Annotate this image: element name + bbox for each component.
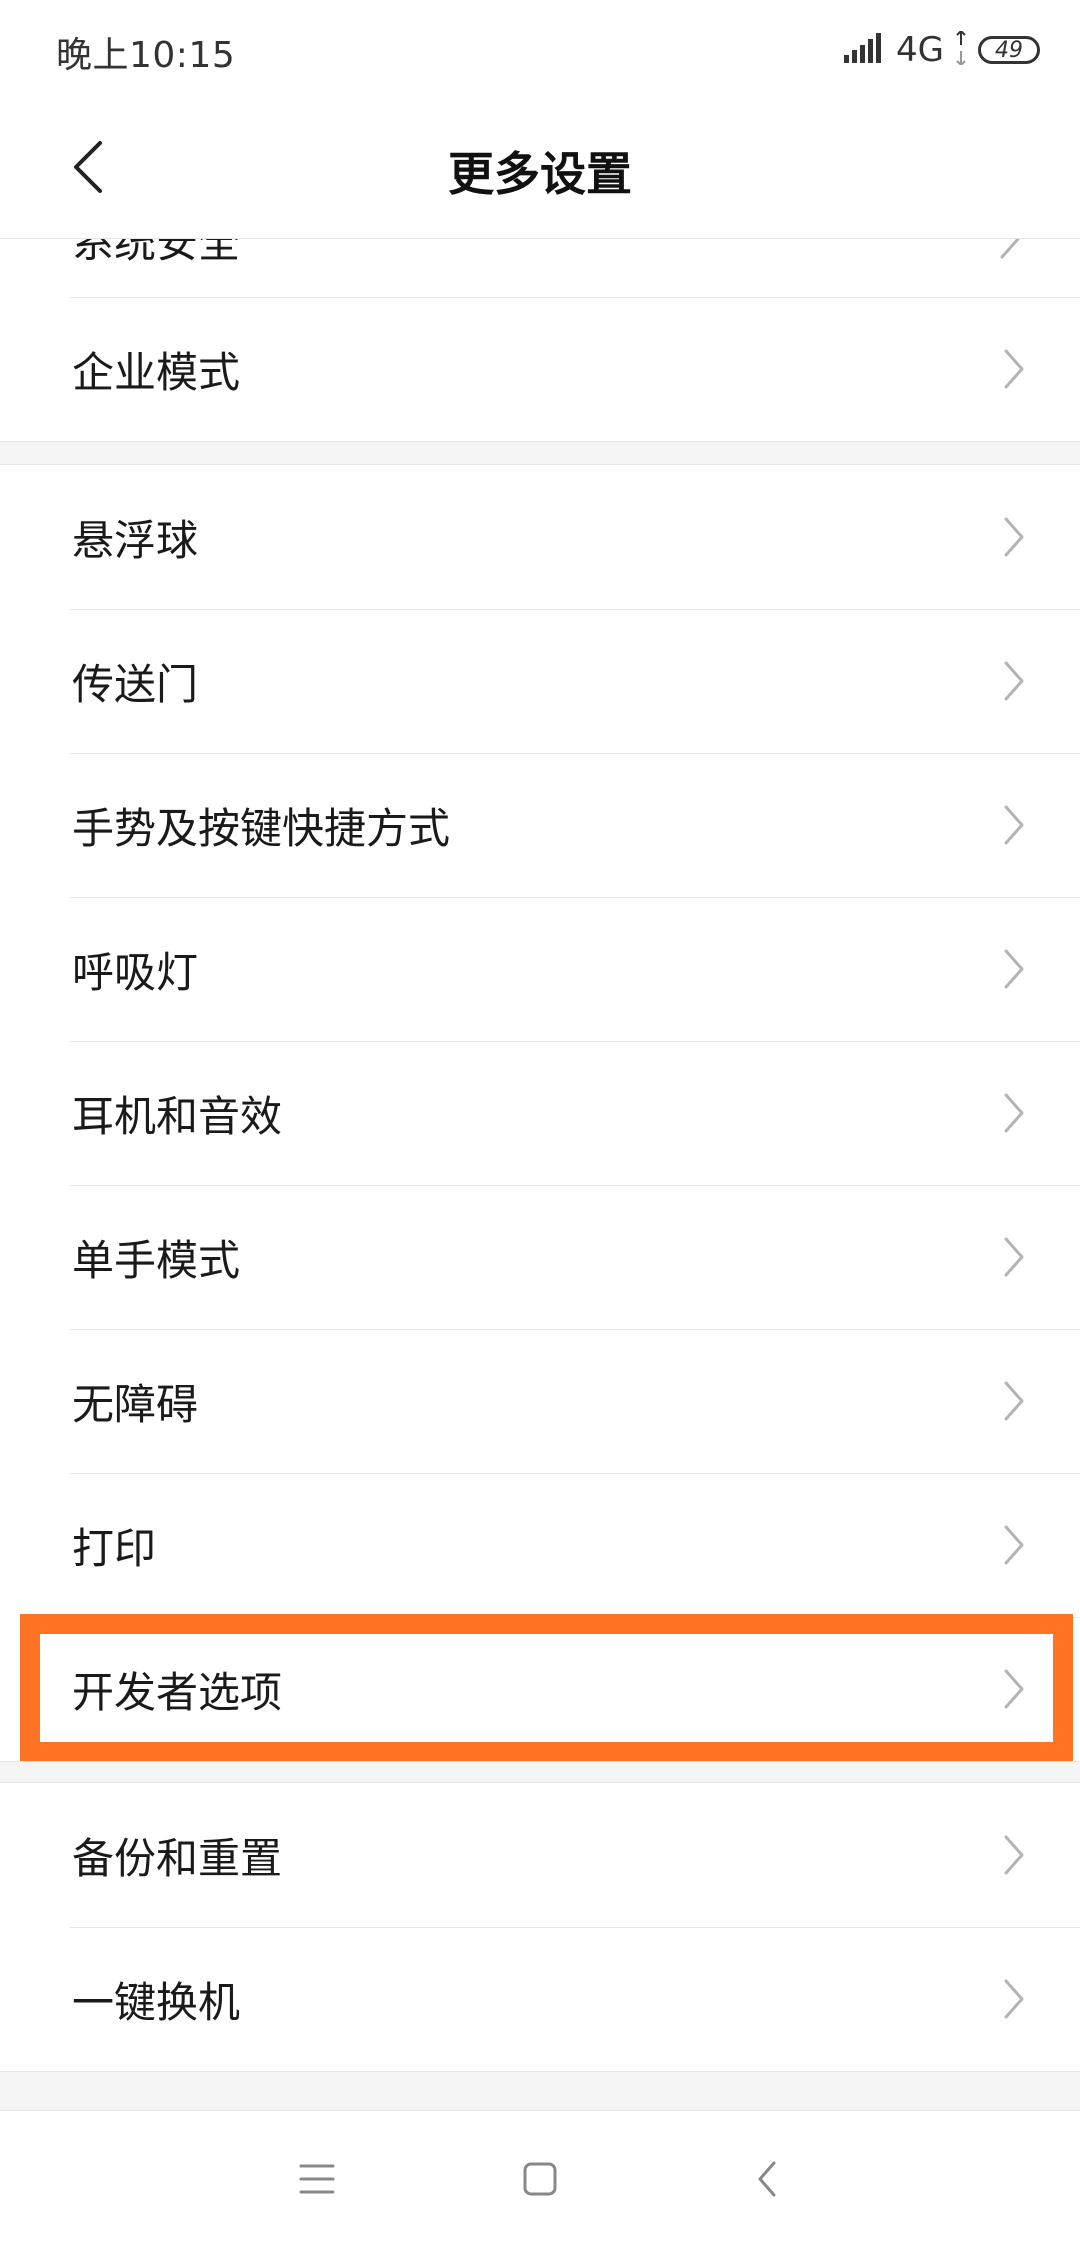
settings-row-label: 呼吸灯: [72, 947, 199, 997]
settings-row-label: 手势及按键快捷方式: [72, 803, 451, 853]
signal-icon: [844, 33, 886, 67]
chevron-right-icon: [1000, 659, 1028, 703]
row-divider: [70, 1041, 1080, 1042]
data-arrows-icon: [954, 29, 968, 69]
chevron-right-icon: [1000, 1523, 1028, 1567]
chevron-right-icon: [1000, 1091, 1028, 1135]
chevron-right-icon: [1000, 1379, 1028, 1423]
settings-row-enterprise-mode[interactable]: 企业模式: [0, 297, 1080, 441]
settings-row-phone-transfer[interactable]: 一键换机: [0, 1927, 1080, 2071]
section-gap: [0, 1761, 1080, 1783]
settings-row-label: 系统安全: [72, 239, 241, 267]
settings-row-gesture-shortcuts[interactable]: 手势及按键快捷方式: [0, 753, 1080, 897]
page-title: 更多设置: [448, 147, 632, 201]
chevron-left-icon: [70, 139, 104, 199]
settings-row-label: 传送门: [72, 659, 199, 709]
section-gap: [0, 2071, 1080, 2111]
settings-row-headphones-audio[interactable]: 耳机和音效: [0, 1041, 1080, 1185]
settings-section-bottom: 备份和重置 一键换机: [0, 1783, 1080, 2071]
status-time: 晚上10:15: [56, 35, 236, 76]
settings-row-backup-reset[interactable]: 备份和重置: [0, 1783, 1080, 1927]
chevron-right-icon: [1000, 1667, 1028, 1711]
row-divider: [70, 609, 1080, 610]
home-button[interactable]: [510, 2151, 570, 2211]
chevron-right-icon: [1000, 1977, 1028, 2021]
chevron-right-icon: [1000, 1833, 1028, 1877]
row-divider: [70, 753, 1080, 754]
settings-row-label: 耳机和音效: [72, 1091, 283, 1141]
settings-row-label: 企业模式: [72, 347, 241, 397]
section-gap: [0, 441, 1080, 465]
menu-icon: [299, 2162, 335, 2200]
chevron-right-icon: [1000, 1235, 1028, 1279]
settings-section-main: 悬浮球 传送门 手势及按键快捷方式 呼吸灯 耳机和音效 单手模式 无障碍 打印: [0, 465, 1080, 1761]
home-icon: [522, 2161, 558, 2201]
nav-back-button[interactable]: [737, 2151, 797, 2211]
row-divider: [70, 1617, 1080, 1618]
chevron-right-icon: [1000, 803, 1028, 847]
chevron-right-icon: [1000, 515, 1028, 559]
settings-row-floating-ball[interactable]: 悬浮球: [0, 465, 1080, 609]
back-button[interactable]: [62, 134, 112, 204]
chevron-right-icon: [996, 239, 1024, 265]
settings-section-top: 企业模式: [0, 297, 1080, 441]
status-icons: 4G 49: [844, 29, 1040, 70]
settings-row-developer-options[interactable]: 开发者选项: [0, 1617, 1080, 1761]
settings-row-label: 悬浮球: [72, 515, 199, 565]
row-divider: [70, 1185, 1080, 1186]
settings-row-label: 无障碍: [72, 1379, 199, 1429]
system-nav-bar: [0, 2110, 1080, 2245]
network-type: 4G: [896, 30, 944, 70]
settings-row-label: 单手模式: [72, 1235, 241, 1285]
settings-row-label: 一键换机: [72, 1977, 241, 2027]
row-divider: [70, 1329, 1080, 1330]
battery-indicator: 49: [978, 36, 1040, 64]
back-icon: [756, 2160, 778, 2202]
settings-row-portal[interactable]: 传送门: [0, 609, 1080, 753]
settings-row-one-handed-mode[interactable]: 单手模式: [0, 1185, 1080, 1329]
status-bar: 晚上10:15 4G 49: [0, 0, 1080, 100]
row-divider: [70, 297, 1080, 298]
settings-row-printing[interactable]: 打印: [0, 1473, 1080, 1617]
row-divider: [70, 897, 1080, 898]
chevron-right-icon: [1000, 947, 1028, 991]
row-divider: [70, 1473, 1080, 1474]
settings-row-label: 开发者选项: [72, 1667, 283, 1717]
settings-row-label: 打印: [72, 1523, 157, 1573]
chevron-right-icon: [1000, 347, 1028, 391]
settings-row-label: 备份和重置: [72, 1833, 283, 1883]
recents-button[interactable]: [287, 2151, 347, 2211]
settings-row-breathing-light[interactable]: 呼吸灯: [0, 897, 1080, 1041]
top-app-bar: 更多设置: [0, 100, 1080, 239]
row-divider: [70, 1927, 1080, 1928]
settings-row-partial[interactable]: 系统安全: [0, 239, 1080, 297]
settings-row-accessibility[interactable]: 无障碍: [0, 1329, 1080, 1473]
